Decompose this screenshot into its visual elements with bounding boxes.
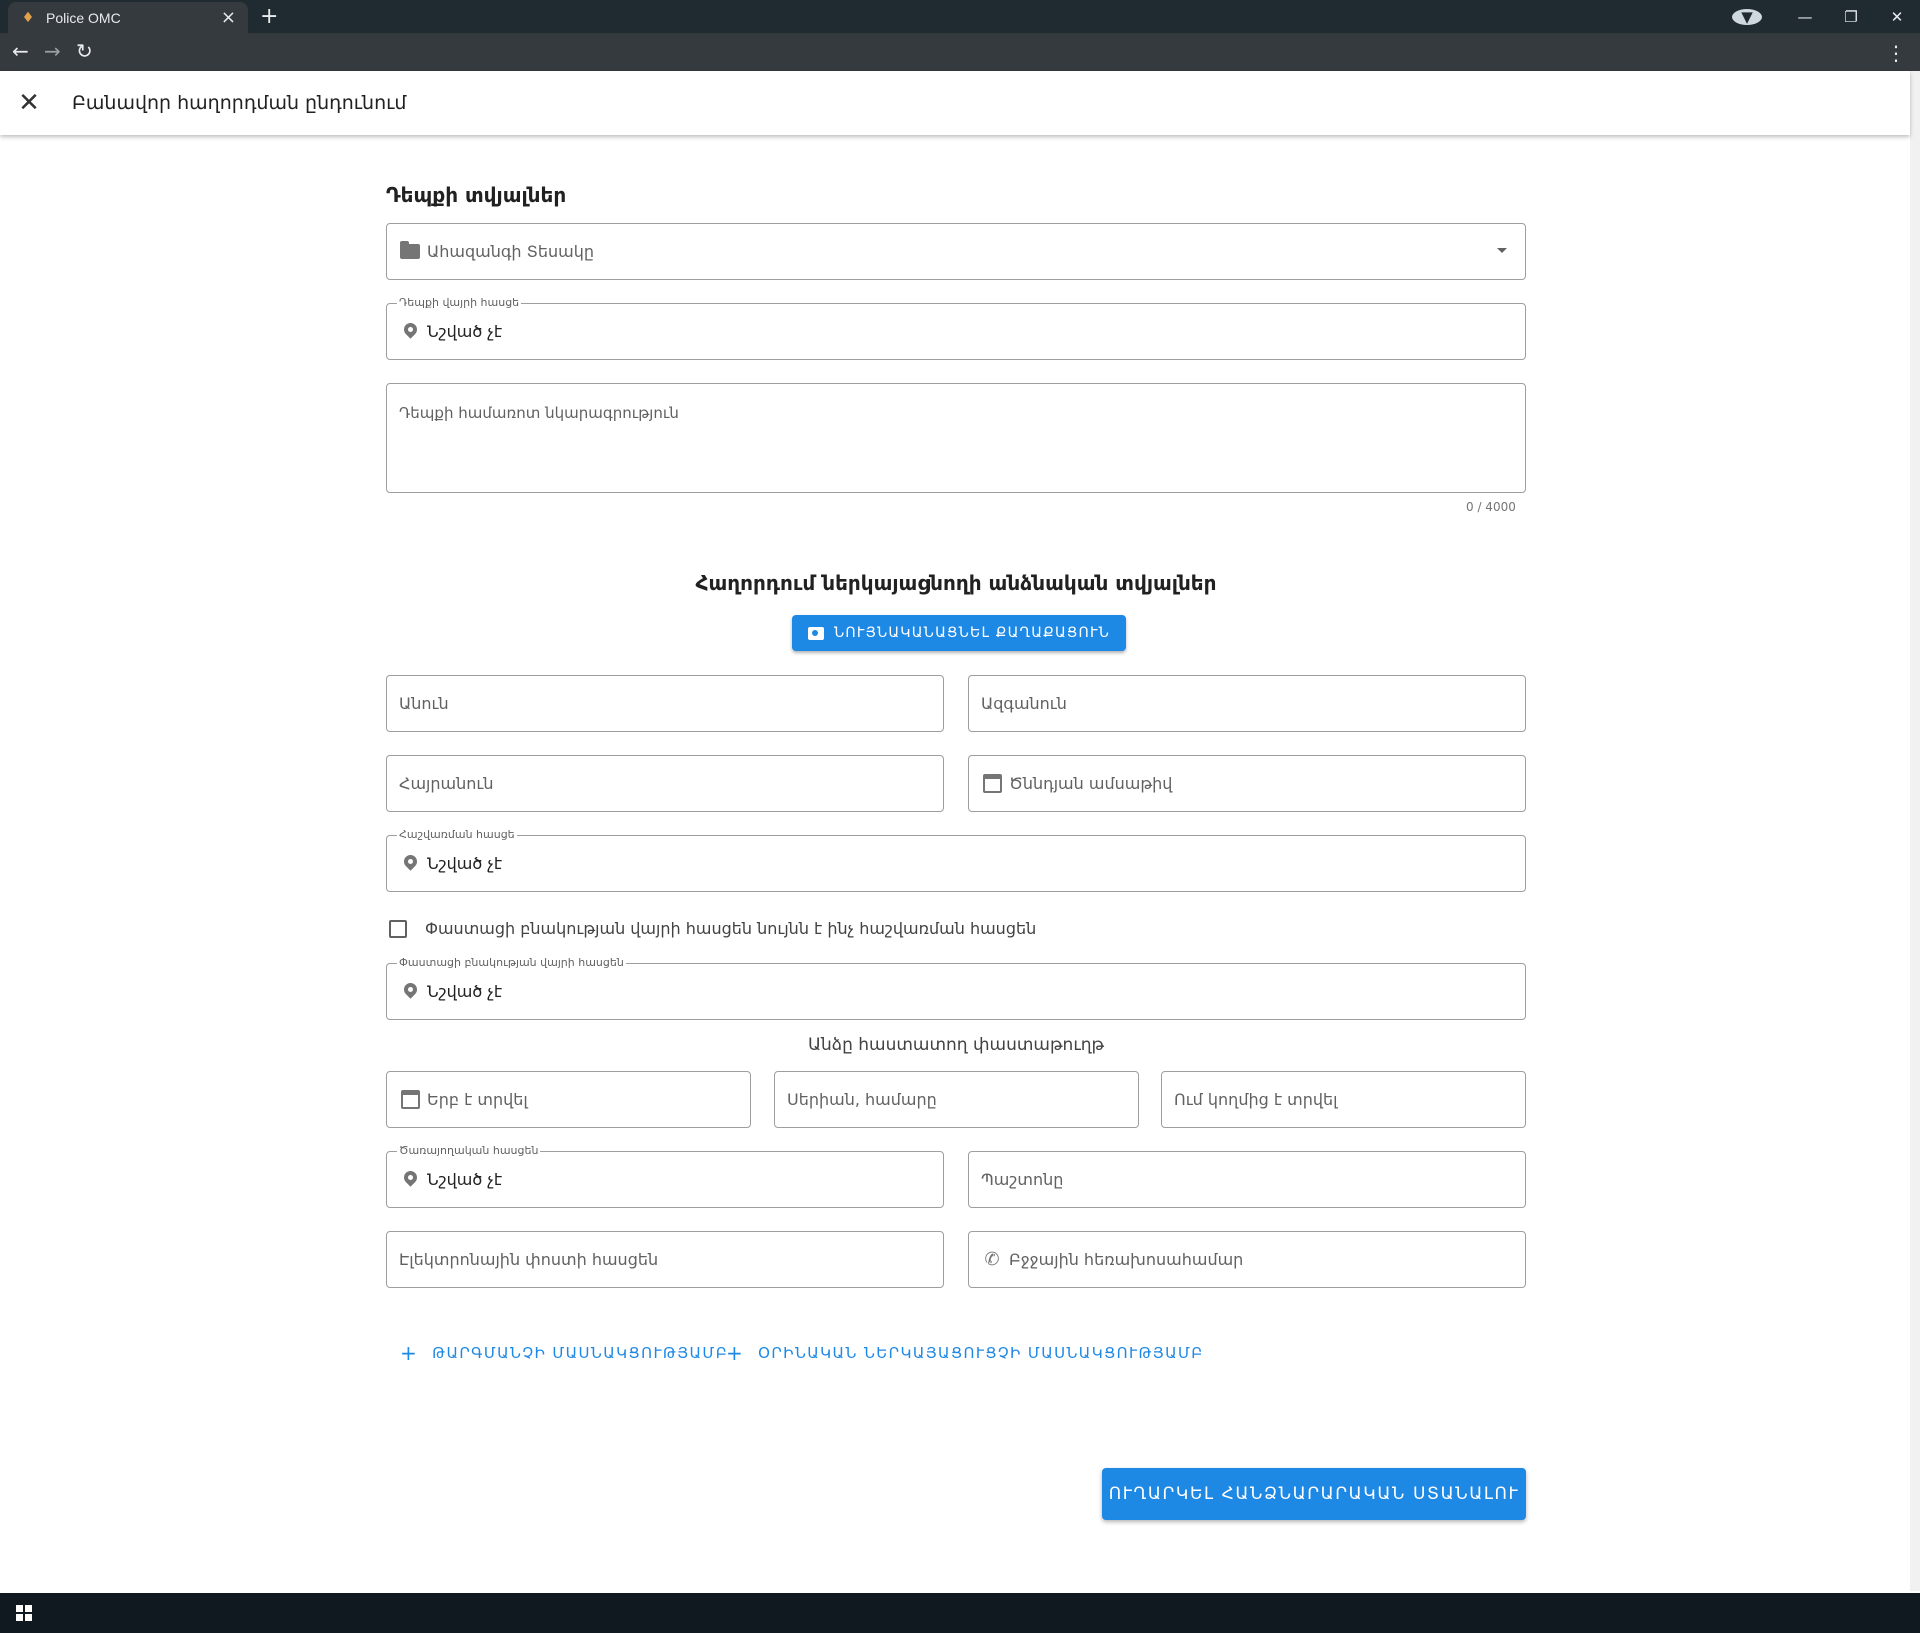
work-address-label: Ծառայողական հասցեն [397, 1144, 541, 1157]
browser-toolbar: ← → ↻ ⋮ [0, 33, 1920, 71]
position-field[interactable]: Պաշտոնը [968, 1151, 1526, 1208]
tab-close-icon[interactable]: × [221, 8, 236, 27]
same-address-checkbox[interactable] [389, 919, 407, 938]
registration-address-field[interactable]: Հաշվառման հասցե Նշված չէ [386, 828, 1526, 892]
incident-type-select[interactable]: Ահազանգի Տեսակը [386, 223, 1526, 280]
same-address-checkbox-row[interactable]: Փաստացի բնակության վայրի հասցեն նույնն է… [389, 919, 1036, 938]
plus-icon: + [726, 1341, 745, 1365]
page-title: Բանավոր հաղորդման ընդունում [72, 92, 407, 114]
tab-title: Police OMC [46, 9, 121, 26]
forward-arrow-icon[interactable]: → [44, 41, 61, 61]
description-char-counter: 0 / 4000 [1466, 500, 1516, 514]
actual-address-field[interactable]: Փաստացի բնակության վայրի հասցեն Նշված չէ [386, 956, 1526, 1020]
reload-icon[interactable]: ↻ [76, 41, 93, 61]
dropdown-arrow-icon [1497, 248, 1507, 253]
add-representative-button[interactable]: + ՕՐԻՆԱԿԱՆ ՆԵՐԿԱՅԱՑՈՒՑՉԻ ՄԱՍՆԱԿՑՈՒԹՅԱՄԲ [726, 1341, 1204, 1365]
work-address-field[interactable]: Ծառայողական հասցեն Նշված չէ [386, 1144, 944, 1208]
minimize-button[interactable]: — [1782, 8, 1828, 26]
email-field[interactable]: Էլեկտրոնային փոստի հասցեն [386, 1231, 944, 1288]
submit-to-reporting-button[interactable]: ՈՒՂԱՐԿԵԼ ՀԱՆՁՆԱՐԱՐԱԿԱՆ ՍՏԱՆԱԼՈՒ [1102, 1468, 1526, 1520]
actual-address-label: Փաստացի բնակության վայրի հասցեն [397, 956, 626, 969]
profile-icon[interactable]: ▼ [1732, 8, 1762, 26]
incident-location-label: Դեպքի վայրի հասցե [397, 296, 522, 309]
calendar-icon [399, 1090, 421, 1109]
series-number-field[interactable]: Սերիան, համարը [774, 1071, 1139, 1128]
registration-address-label: Հաշվառման հասցե [397, 828, 517, 841]
issued-by-field[interactable]: Ում կողմից է տրվել [1161, 1071, 1526, 1128]
id-document-heading: Անձը հաստատող փաստաթուղթ [807, 1035, 1105, 1055]
windows-start-icon[interactable] [16, 1605, 32, 1621]
location-pin-icon [399, 855, 421, 873]
reporter-section-heading: Հաղորդում ներկայացնողի անձնական տվյալներ [695, 571, 1217, 595]
last-name-field[interactable]: Ազգանուն [968, 675, 1526, 732]
incident-section-heading: Դեպքի տվյալներ [386, 183, 567, 207]
window-controls: ▼ — ❐ ✕ [1732, 0, 1920, 33]
identify-citizen-button[interactable]: ՆՈՒՅՆԱԿԱՆԱՑՆԵԼ ՔԱՂԱՔԱՑՈՒՆ [792, 615, 1127, 651]
close-dialog-icon[interactable]: ✕ [0, 88, 58, 118]
incident-location-field[interactable]: Դեպքի վայրի հասցե Նշված չէ [386, 296, 1526, 360]
plus-icon: + [400, 1341, 419, 1365]
new-tab-button[interactable]: + [260, 4, 278, 29]
police-favicon-icon: ♦ [21, 9, 35, 26]
page-scrollbar[interactable] [1910, 71, 1920, 1591]
windows-taskbar [0, 1593, 1920, 1633]
birth-date-field[interactable]: Ծննդյան ամսաթիվ [968, 755, 1526, 812]
location-pin-icon [399, 323, 421, 341]
browser-tabstrip: ♦ Police OMC × + ▼ — ❐ ✕ [0, 0, 1920, 33]
patronymic-field[interactable]: Հայրանուն [386, 755, 944, 812]
browser-tab[interactable]: ♦ Police OMC × [8, 2, 248, 33]
app-header: ✕ Բանավոր հաղորդման ընդունում [0, 71, 1910, 135]
location-pin-icon [399, 983, 421, 1001]
camera-icon [808, 626, 824, 640]
add-translator-button[interactable]: + ԹԱՐԳՄԱՆՉԻ ՄԱՍՆԱԿՑՈՒԹՅԱՄԲ [400, 1341, 728, 1365]
phone-icon: ✆ [984, 1249, 1000, 1270]
calendar-icon [981, 774, 1003, 793]
mobile-phone-field[interactable]: ✆ Բջջային հեռախոսահամար [968, 1231, 1526, 1288]
restore-button[interactable]: ❐ [1828, 8, 1874, 26]
location-pin-icon [399, 1171, 421, 1189]
back-arrow-icon[interactable]: ← [12, 41, 29, 61]
window-close-button[interactable]: ✕ [1874, 8, 1920, 26]
folder-icon [399, 241, 421, 259]
issue-date-field[interactable]: Երբ է տրվել [386, 1071, 751, 1128]
browser-menu-icon[interactable]: ⋮ [1886, 41, 1906, 65]
incident-description-textarea[interactable]: Դեպքի համառոտ նկարագրություն [386, 383, 1526, 493]
first-name-field[interactable]: Անուն [386, 675, 944, 732]
